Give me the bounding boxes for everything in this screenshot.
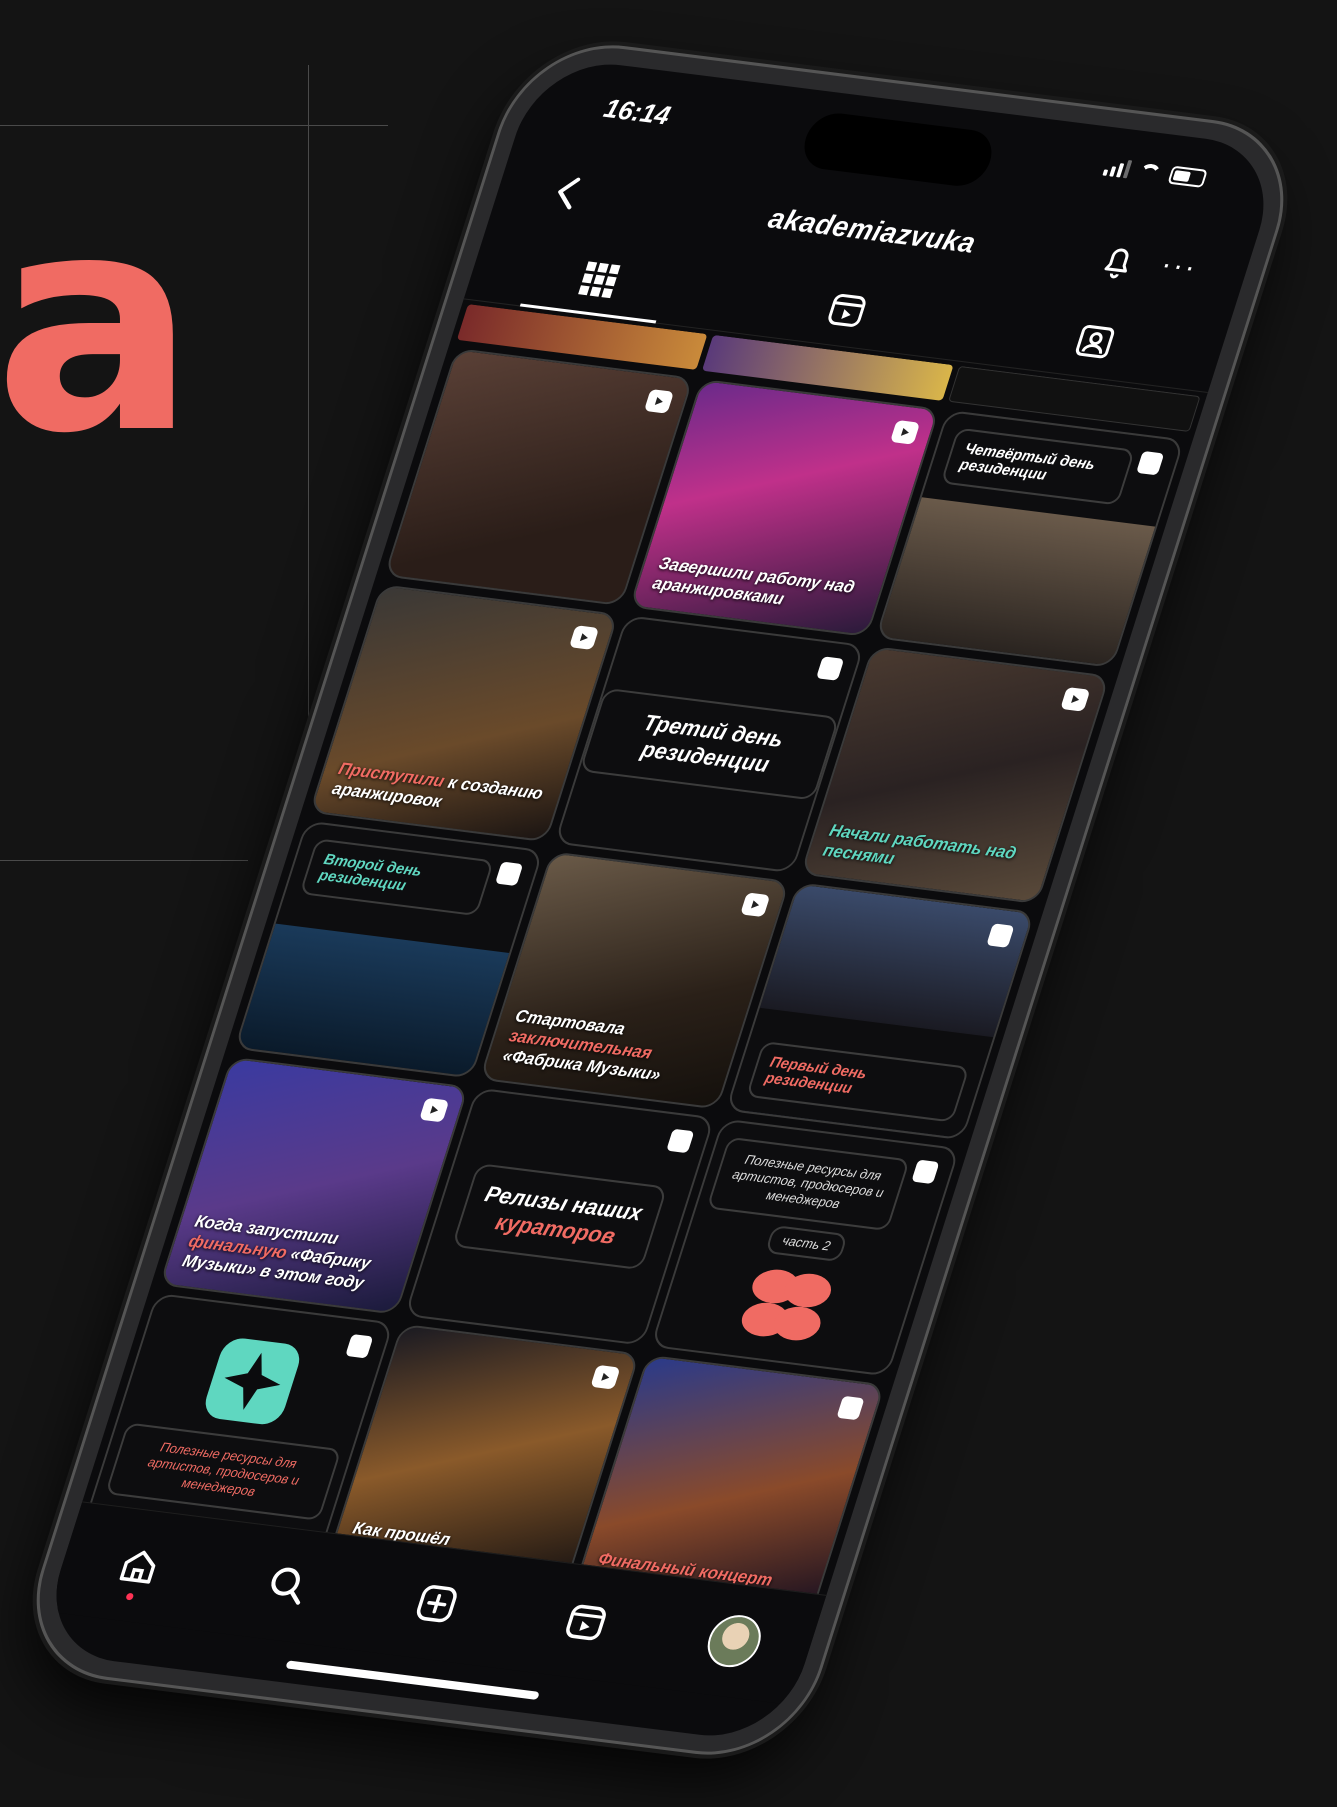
reel-badge-icon — [565, 621, 604, 654]
post-label-text: Четвёртый день резиденции — [957, 440, 1098, 484]
notification-dot — [125, 1592, 135, 1601]
wifi-icon — [1137, 163, 1163, 182]
tab-grid[interactable] — [560, 246, 637, 313]
avatar — [701, 1612, 768, 1671]
brand-logo-icon — [742, 1269, 832, 1341]
divider-top — [0, 125, 388, 126]
post-label: Полезные ресурсы для артистов, продюсеро… — [104, 1422, 343, 1521]
chevron-left-icon — [558, 177, 581, 210]
posts-grid: Завершили работу над аранжировками Четвё… — [82, 339, 1195, 1596]
phone-mockup: 16:14 akademiazvuka ··· Завершили работу… — [14, 37, 1306, 1763]
post-sublabel: часть 2 — [764, 1224, 848, 1263]
more-options-button[interactable]: ··· — [1157, 247, 1202, 284]
post-label: Третий день резиденции — [579, 687, 840, 801]
reels-icon — [565, 1604, 606, 1641]
create-icon — [416, 1585, 457, 1623]
reel-badge-icon — [1056, 683, 1095, 716]
post-caption: Когда запустили финальную «Фабрику Музык… — [179, 1211, 374, 1293]
tab-reels[interactable] — [808, 277, 885, 344]
carousel-badge-icon — [340, 1330, 379, 1363]
nav-search[interactable] — [249, 1552, 326, 1619]
nav-home[interactable] — [101, 1533, 178, 1601]
carousel-badge-icon — [811, 652, 850, 685]
tagged-icon — [1075, 324, 1115, 359]
post-label-text: Второй день резиденции — [316, 850, 425, 895]
reel-badge-icon — [885, 416, 924, 449]
post-caption: Начали работать над песнями — [820, 820, 1019, 869]
carousel-badge-icon — [661, 1124, 700, 1157]
posts-feed[interactable]: Завершили работу над аранжировками Четвё… — [82, 303, 1206, 1596]
post-label: Релизы наших кураторов — [450, 1162, 669, 1271]
reels-icon — [828, 294, 866, 327]
nav-profile[interactable] — [696, 1608, 773, 1675]
carousel-badge-icon — [906, 1155, 945, 1188]
post-caption: Завершили работу над аранжировками — [650, 553, 858, 609]
search-icon — [271, 1567, 301, 1605]
carousel-badge-icon — [1131, 446, 1170, 479]
phone-body: 16:14 akademiazvuka ··· Завершили работу… — [14, 37, 1306, 1763]
reel-badge-icon — [415, 1093, 454, 1126]
post-label-text: Первый день резиденции — [762, 1053, 870, 1098]
status-time: 16:14 — [600, 92, 675, 131]
status-icons — [1102, 157, 1208, 188]
back-button[interactable] — [542, 168, 595, 217]
reel-badge-icon — [640, 385, 679, 418]
carousel-badge-icon — [490, 857, 529, 890]
reel-badge-icon — [586, 1360, 625, 1393]
post-caption: Стартовала заключительная «Фабрика Музык… — [500, 1006, 664, 1085]
bell-icon — [1104, 248, 1129, 279]
carousel-badge-icon — [981, 919, 1020, 952]
post-caption: Приступили к созданию аранжировок — [329, 758, 546, 812]
hero-letter: а — [0, 150, 197, 499]
battery-icon — [1167, 165, 1208, 188]
brand-star-icon — [205, 1338, 299, 1425]
tab-tagged[interactable] — [1057, 308, 1134, 375]
home-icon — [119, 1550, 156, 1584]
nav-reels[interactable] — [547, 1589, 624, 1656]
signal-icon — [1102, 157, 1133, 179]
post-label: Второй день резиденции — [299, 838, 495, 917]
post-label: Четвёртый день резиденции — [939, 427, 1136, 506]
divider-bottom — [0, 860, 248, 861]
grid-icon — [578, 261, 621, 299]
nav-create[interactable] — [398, 1570, 475, 1637]
dynamic-island — [797, 110, 999, 190]
notifications-button[interactable] — [1092, 238, 1145, 287]
post-label: Первый день резиденции — [745, 1040, 970, 1123]
phone-screen: 16:14 akademiazvuka ··· Завершили работу… — [34, 55, 1286, 1745]
carousel-badge-icon — [831, 1391, 870, 1424]
reel-badge-icon — [736, 888, 775, 921]
post-label: Полезные ресурсы для артистов, продюсеро… — [705, 1136, 911, 1232]
profile-username: akademiazvuka — [764, 202, 980, 259]
